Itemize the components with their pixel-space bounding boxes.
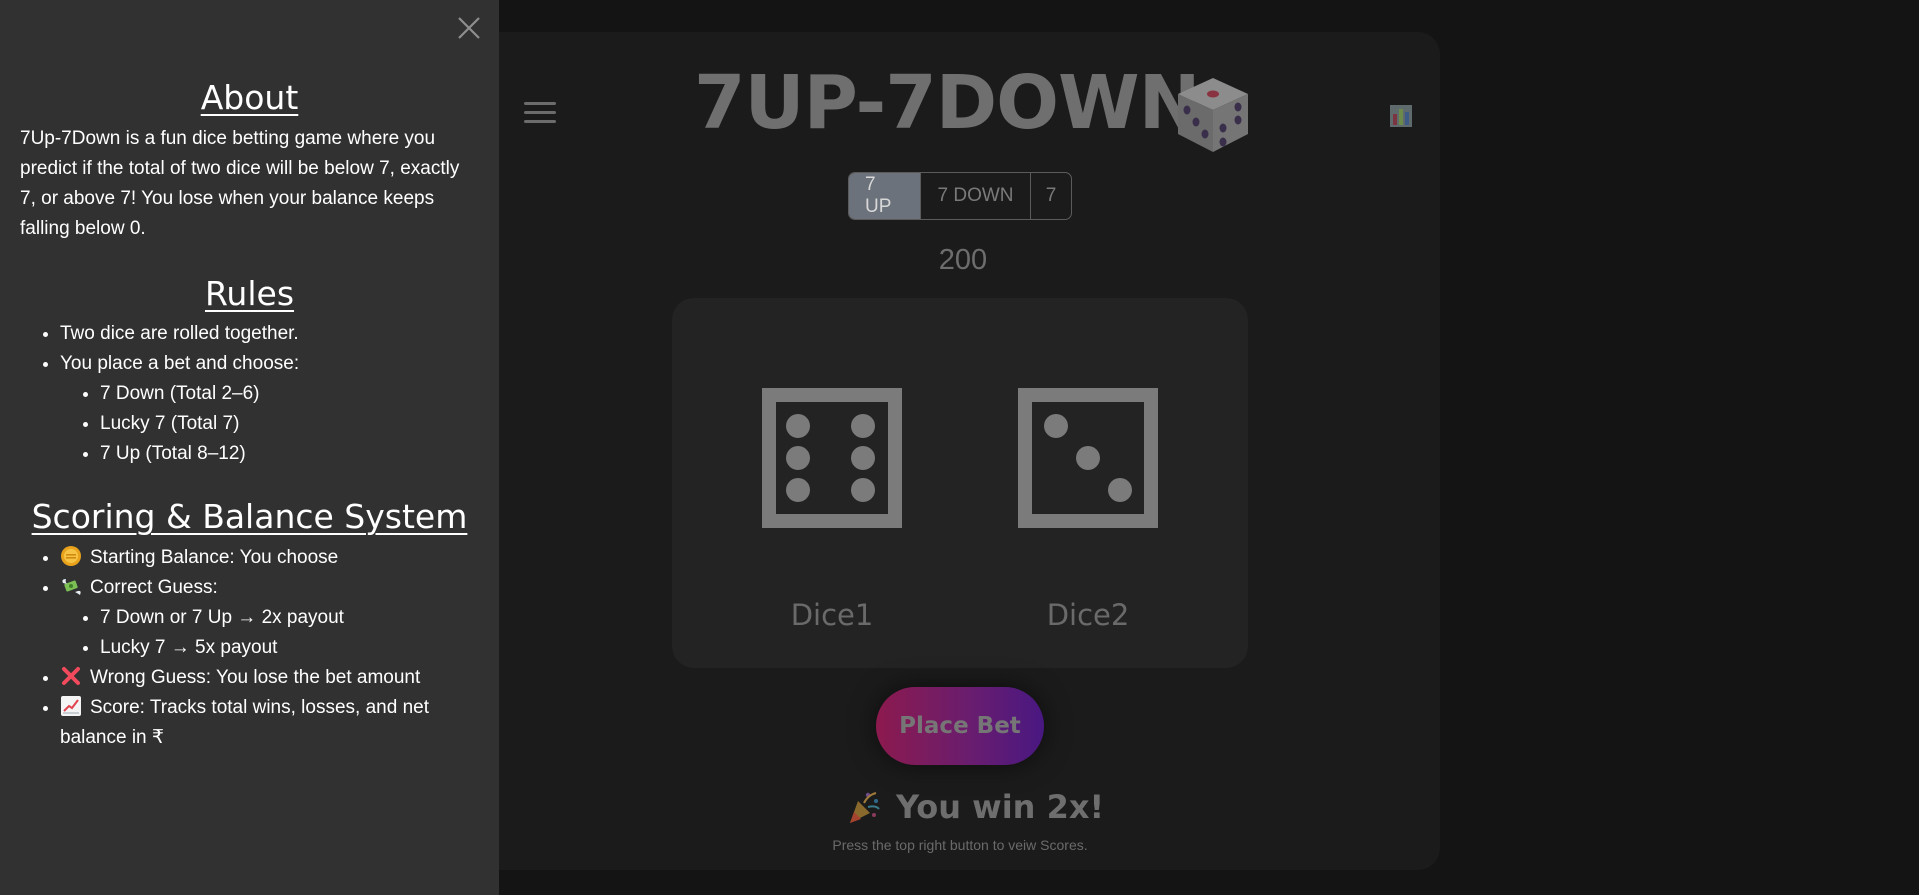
pip: [851, 478, 875, 502]
scores-hint: Press the top right button to veiw Score…: [832, 837, 1088, 853]
dice2-face: [1018, 388, 1158, 528]
pip: [1076, 446, 1100, 470]
pip: [1044, 414, 1068, 438]
pip: [851, 446, 875, 470]
game-title: 7UP-7DOWN: [694, 60, 1201, 146]
list-item: 7 Down or 7 Up → 2x payout: [100, 603, 479, 633]
cross-mark-icon: [62, 666, 80, 685]
list-item: 7 Up (Total 8–12): [100, 439, 479, 469]
rules-heading: Rules: [204, 273, 295, 313]
rules-list: Two dice are rolled together. You place …: [20, 319, 479, 469]
about-sidebar: About 7Up-7Down is a fun dice betting ga…: [0, 0, 499, 895]
list-item: You place a bet and choose: 7 Down (Tota…: [60, 349, 479, 469]
option-7-down[interactable]: 7 DOWN: [921, 173, 1031, 219]
chart-increasing-icon: [61, 695, 81, 716]
pip: [786, 478, 810, 502]
coin-icon: [61, 545, 81, 566]
pip: [851, 414, 875, 438]
list-item: Lucky 7 → 5x payout: [100, 633, 479, 663]
bet-option-group: 7 UP 7 DOWN 7: [848, 172, 1072, 220]
dice1-label: Dice1: [790, 598, 874, 632]
pip: [786, 414, 810, 438]
party-popper-icon: [850, 792, 880, 823]
list-item: Score: Tracks total wins, losses, and ne…: [60, 693, 479, 753]
dice2-label: Dice2: [1046, 598, 1130, 632]
list-item-text: You place a bet and choose:: [60, 353, 300, 375]
list-item-text: Starting Balance: You choose: [90, 546, 339, 568]
list-item: Correct Guess: 7 Down or 7 Up → 2x payou…: [60, 573, 479, 663]
list-item: 7 Down (Total 2–6): [100, 379, 479, 409]
result-message: You win 2x!: [846, 786, 1104, 828]
pip: [1108, 478, 1132, 502]
scoring-list: Starting Balance: You choose Correct Gue…: [20, 543, 479, 753]
scoring-heading: Scoring & Balance System: [31, 497, 468, 537]
option-lucky-7[interactable]: 7: [1031, 173, 1071, 219]
dice-board: Dice1 Dice2: [672, 298, 1248, 668]
about-heading: About: [200, 78, 299, 117]
list-item-text: Wrong Guess: You lose the bet amount: [90, 666, 421, 688]
close-icon[interactable]: [455, 14, 483, 42]
list-item: Starting Balance: You choose: [60, 543, 479, 573]
hamburger-menu-icon[interactable]: [524, 102, 556, 126]
money-with-wings-icon: [62, 578, 81, 595]
bet-choices-list: 7 Down (Total 2–6) Lucky 7 (Total 7) 7 U…: [60, 379, 479, 469]
pip: [786, 446, 810, 470]
place-bet-button[interactable]: Place Bet: [876, 687, 1044, 765]
result-text: You win 2x!: [896, 788, 1105, 826]
dice1-face: [762, 388, 902, 528]
payout-list: 7 Down or 7 Up → 2x payout Lucky 7 → 5x …: [60, 603, 479, 663]
bar-chart-icon[interactable]: [1390, 105, 1412, 127]
about-text: 7Up-7Down is a fun dice betting game whe…: [20, 127, 460, 239]
game-die-icon: [1178, 78, 1248, 152]
list-item: Two dice are rolled together.: [60, 319, 479, 349]
list-item: Lucky 7 (Total 7): [100, 409, 479, 439]
list-item-text: Score: Tracks total wins, losses, and ne…: [60, 696, 429, 748]
option-7-up[interactable]: 7 UP: [849, 173, 921, 219]
list-item-text: Correct Guess:: [90, 576, 218, 598]
balance-value: 200: [938, 244, 988, 276]
list-item: Wrong Guess: You lose the bet amount: [60, 663, 479, 693]
